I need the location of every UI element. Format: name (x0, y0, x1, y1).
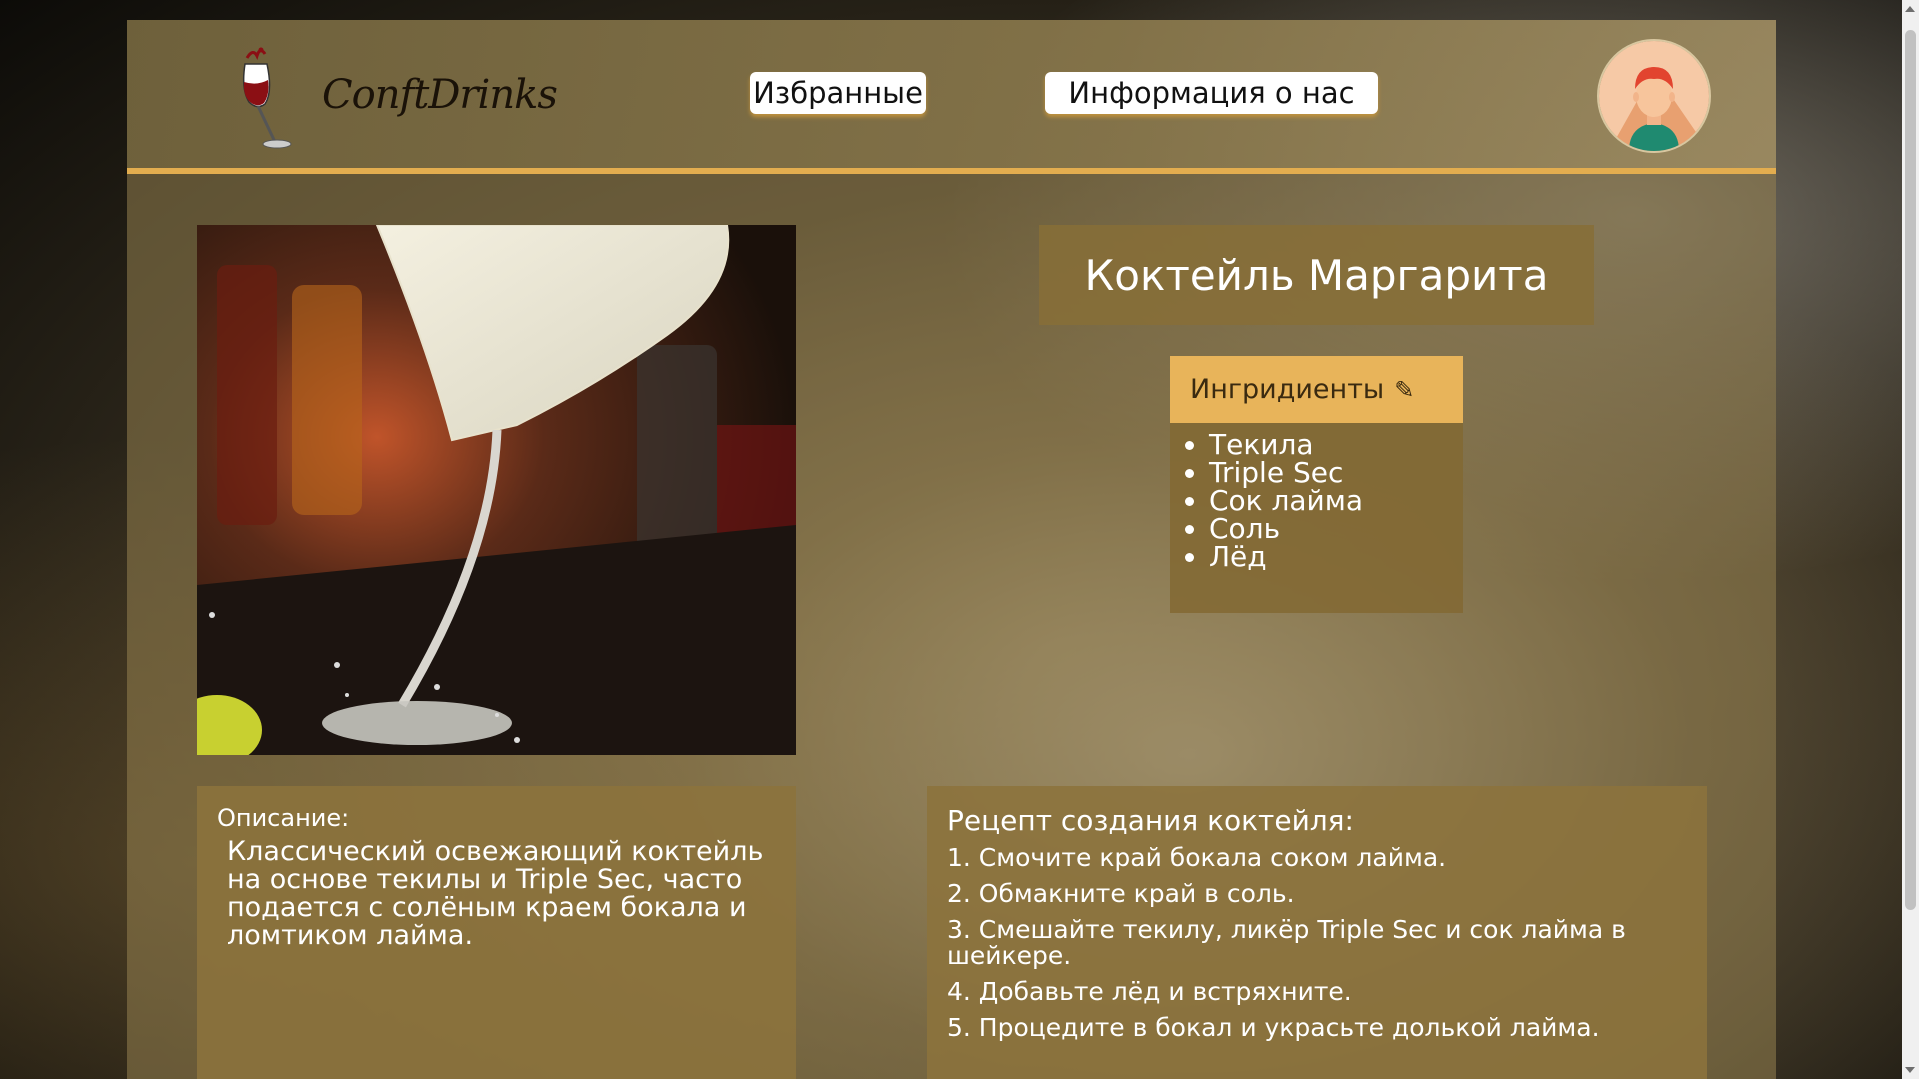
recipe-title: Рецепт создания коктейля: (947, 804, 1354, 837)
recipe-panel: Рецепт создания коктейля: 1. Смочите кра… (927, 786, 1707, 1079)
scrollbar-thumb[interactable] (1905, 30, 1916, 910)
list-item: Triple Sec (1209, 459, 1463, 487)
description-text: Классический освежающий коктейль на осно… (227, 836, 764, 951)
favorites-button[interactable]: Избранные (750, 72, 926, 114)
ingredients-header[interactable]: Ингридиенты ✎ (1170, 356, 1463, 423)
cocktail-title: Коктейль Маргарита (1084, 250, 1549, 300)
page-container: ConftDrinks Избранные Информация о нас К… (127, 20, 1776, 1079)
scroll-down-icon[interactable] (1905, 1067, 1915, 1073)
scroll-up-icon[interactable] (1905, 6, 1915, 12)
user-avatar-icon[interactable] (1597, 39, 1711, 153)
site-logo-text[interactable]: ConftDrinks (322, 72, 558, 118)
recipe-step: 5. Процедите в бокал и украсьте долькой … (947, 1013, 1600, 1042)
site-header: ConftDrinks Избранные Информация о нас (127, 20, 1776, 174)
vertical-scrollbar[interactable] (1902, 0, 1919, 1079)
cocktail-photo (197, 225, 796, 755)
ingredients-heading: Ингридиенты (1190, 374, 1385, 405)
pencil-icon[interactable]: ✎ (1394, 376, 1414, 404)
recipe-step: 1. Смочите край бокала соком лайма. (947, 843, 1447, 872)
about-us-button[interactable]: Информация о нас (1045, 72, 1378, 114)
recipe-step: 2. Обмакните край в соль. (947, 879, 1295, 908)
recipe-step: 4. Добавьте лёд и встряхните. (947, 977, 1352, 1006)
description-label: Описание: (217, 804, 350, 832)
cocktail-title-panel: Коктейль Маргарита (1039, 225, 1594, 325)
ingredients-list: Текила Triple Sec Сок лайма Соль Лёд (1170, 423, 1463, 613)
list-item: Лёд (1209, 543, 1463, 571)
wine-glass-logo-icon[interactable] (227, 44, 297, 152)
list-item: Текила (1209, 431, 1463, 459)
list-item: Соль (1209, 515, 1463, 543)
recipe-step: 3. Смешайте текилу, ликёр Triple Sec и с… (947, 915, 1626, 970)
description-panel: Описание: Классический освежающий коктей… (197, 786, 796, 1079)
list-item: Сок лайма (1209, 487, 1463, 515)
